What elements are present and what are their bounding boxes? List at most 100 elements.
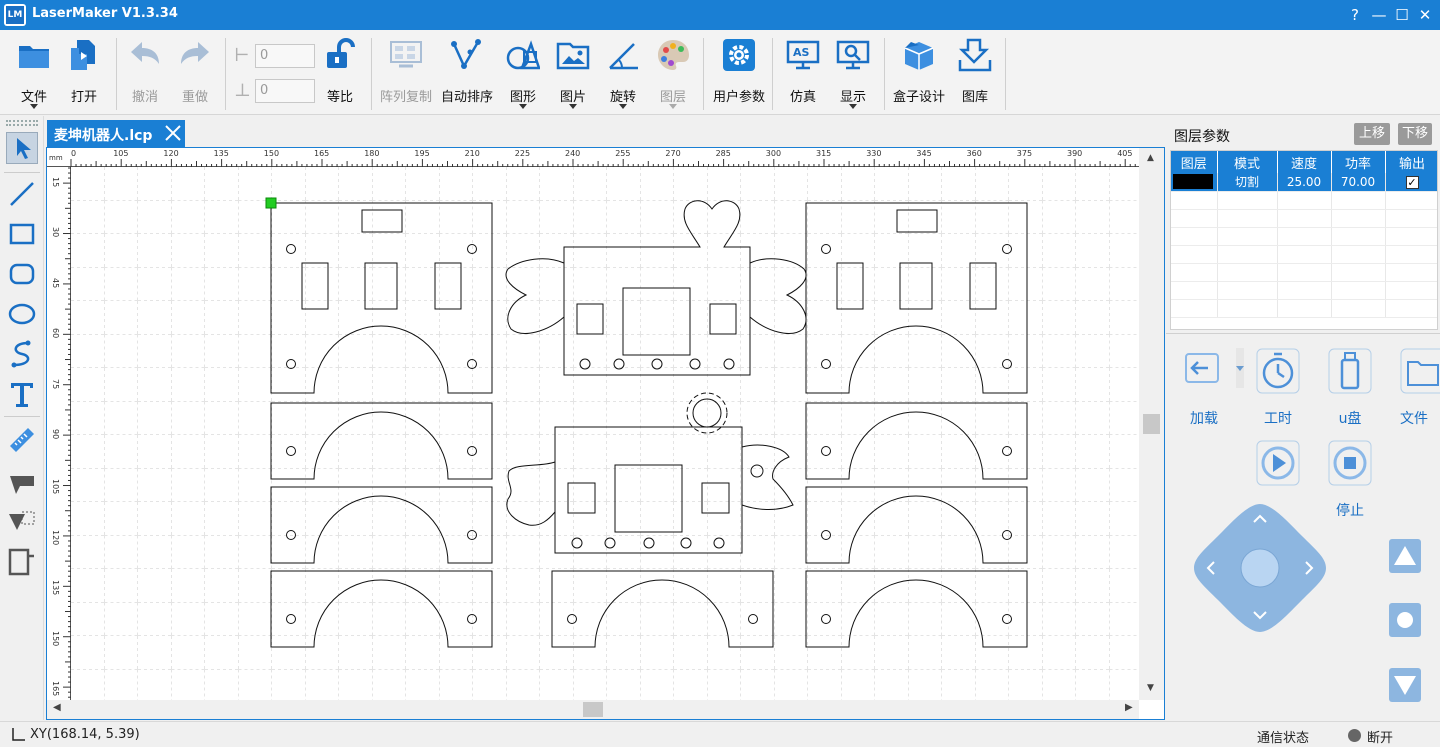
z-up-button[interactable] xyxy=(1388,538,1422,574)
maximize-button[interactable]: ☐ xyxy=(1391,4,1413,26)
scroll-up-icon[interactable]: ▲ xyxy=(1147,153,1154,163)
stop-button[interactable]: 停止 xyxy=(1328,440,1372,519)
scroll-right-icon[interactable]: ▶ xyxy=(1125,702,1133,713)
ruler-tick-label: 210 xyxy=(464,149,480,158)
horizontal-scroll-thumb[interactable] xyxy=(583,702,603,717)
undo-icon xyxy=(131,42,159,64)
z-home-button[interactable] xyxy=(1388,602,1422,638)
layer-color-cell[interactable] xyxy=(1171,173,1218,192)
app-title: LaserMaker V1.3.34 xyxy=(32,6,178,21)
stopwatch-icon xyxy=(1256,348,1300,394)
ruler-tick-label: 360 xyxy=(966,149,982,158)
ruler-tick-label: 300 xyxy=(765,149,782,158)
ruler-tick-label: 105 xyxy=(113,149,129,158)
user-params-label: 用户参数 xyxy=(712,90,765,105)
table-row[interactable]: 切割 25.00 70.00 ✓ xyxy=(1171,173,1437,192)
vertical-scroll-thumb[interactable] xyxy=(1143,414,1160,434)
layer-power-cell[interactable]: 70.00 xyxy=(1331,173,1386,192)
ruler-tick-label: 345 xyxy=(916,149,932,158)
frame-icon xyxy=(8,548,34,576)
select-tool[interactable] xyxy=(6,132,38,164)
minimize-button[interactable]: — xyxy=(1368,4,1390,26)
document-tab-title: 麦坤机器人.lcp xyxy=(54,128,153,144)
help-button[interactable]: ? xyxy=(1344,4,1366,26)
col-header-speed: 速度 xyxy=(1277,151,1332,173)
width-input[interactable]: 0 xyxy=(255,44,315,68)
toolbar-divider xyxy=(1005,38,1006,110)
line-tool[interactable] xyxy=(6,178,38,210)
col-header-power: 功率 xyxy=(1331,151,1386,173)
move-down-button[interactable]: 下移 xyxy=(1398,123,1432,145)
layer-output-cell[interactable]: ✓ xyxy=(1385,173,1437,192)
z-down-button[interactable] xyxy=(1388,667,1422,703)
start-button[interactable] xyxy=(1256,440,1300,486)
box-icon xyxy=(904,42,934,70)
ruler-tick-label: 60 xyxy=(51,328,60,339)
drawing-tools-panel xyxy=(0,116,44,720)
library-button[interactable]: 图库 xyxy=(946,36,1004,112)
close-tab-icon[interactable] xyxy=(163,123,183,143)
ruler-tick-label: 405 xyxy=(1117,149,1133,158)
palette-icon xyxy=(658,40,689,70)
output-checkbox[interactable]: ✓ xyxy=(1405,175,1419,189)
frame-tool[interactable] xyxy=(6,546,38,578)
ruler-tick-label: 375 xyxy=(1016,149,1033,158)
image-icon xyxy=(556,42,590,70)
text-tool[interactable] xyxy=(6,378,38,410)
move-up-button[interactable]: 上移 xyxy=(1354,123,1390,145)
display-menu-button[interactable]: 显示 xyxy=(824,36,882,112)
file-panel-button[interactable]: 文件 xyxy=(1400,348,1440,427)
app-logo: LM xyxy=(4,4,26,26)
ruler-tick-label: 315 xyxy=(816,149,832,158)
layer-speed-cell[interactable]: 25.00 xyxy=(1277,173,1332,192)
load-button[interactable]: 加载 xyxy=(1184,348,1224,427)
chevron-down-icon xyxy=(1236,366,1244,371)
user-params-button[interactable]: 用户参数 xyxy=(710,36,768,112)
canvas-area: 0 105 120 135 150 165 180 195 210 225 240 255 270 285… xyxy=(46,147,1165,720)
usb-button[interactable]: u盘 xyxy=(1328,348,1372,427)
chevron-down-icon xyxy=(619,104,627,109)
close-button[interactable]: ✕ xyxy=(1414,4,1436,26)
home-button[interactable] xyxy=(1240,548,1280,588)
drawing-canvas[interactable] xyxy=(71,167,1139,700)
fill-tool[interactable] xyxy=(6,466,38,498)
redo-label: 重做 xyxy=(181,90,208,105)
load-icon xyxy=(1185,353,1219,383)
document-tab[interactable]: 麦坤机器人.lcp xyxy=(47,120,185,147)
vertical-scrollbar[interactable]: ▲ ▼ xyxy=(1139,148,1164,700)
table-row xyxy=(1171,227,1437,246)
ruler-icon xyxy=(10,428,34,452)
proportional-button[interactable]: 等比 xyxy=(311,36,369,112)
layer-menu-button[interactable]: 图层 xyxy=(644,36,702,112)
open-button[interactable]: 打开 xyxy=(55,36,113,112)
chevron-down-icon xyxy=(569,104,577,109)
rounded-rect-tool[interactable] xyxy=(6,258,38,290)
ruler-tick-label: 90 xyxy=(51,429,60,440)
redo-button[interactable]: 重做 xyxy=(166,36,224,112)
ellipse-tool[interactable] xyxy=(6,298,38,330)
curve-tool[interactable] xyxy=(6,338,38,370)
app-logo-text: LM xyxy=(6,6,24,24)
layer-label: 图层 xyxy=(659,90,686,105)
toolbar-divider xyxy=(225,38,226,110)
layer-mode-cell[interactable]: 切割 xyxy=(1217,173,1278,192)
scroll-left-icon[interactable]: ◀ xyxy=(53,702,61,713)
layer-color-swatch xyxy=(1173,174,1213,190)
panel-grip xyxy=(6,120,38,126)
open-file-icon xyxy=(71,40,95,70)
load-dropdown[interactable] xyxy=(1236,348,1244,388)
work-time-button[interactable]: 工时 xyxy=(1256,348,1300,427)
title-bar: LM LaserMaker V1.3.34 ? — ☐ ✕ xyxy=(0,0,1440,30)
scroll-down-icon[interactable]: ▼ xyxy=(1147,683,1154,693)
width-icon: ⊢ xyxy=(234,45,250,66)
array-copy-button[interactable]: 阵列复制 xyxy=(377,36,435,112)
ruler-tick-label: 45 xyxy=(51,277,60,288)
ruler-tick-label: 225 xyxy=(514,149,531,158)
horizontal-scrollbar[interactable]: ◀ ▶ xyxy=(47,700,1139,719)
direction-pad[interactable] xyxy=(1192,502,1328,634)
arrow-cursor-icon xyxy=(17,138,31,159)
crop-tool[interactable] xyxy=(6,506,38,538)
measure-tool[interactable] xyxy=(6,424,38,456)
rectangle-tool[interactable] xyxy=(6,218,38,250)
chevron-down-icon xyxy=(669,104,677,109)
